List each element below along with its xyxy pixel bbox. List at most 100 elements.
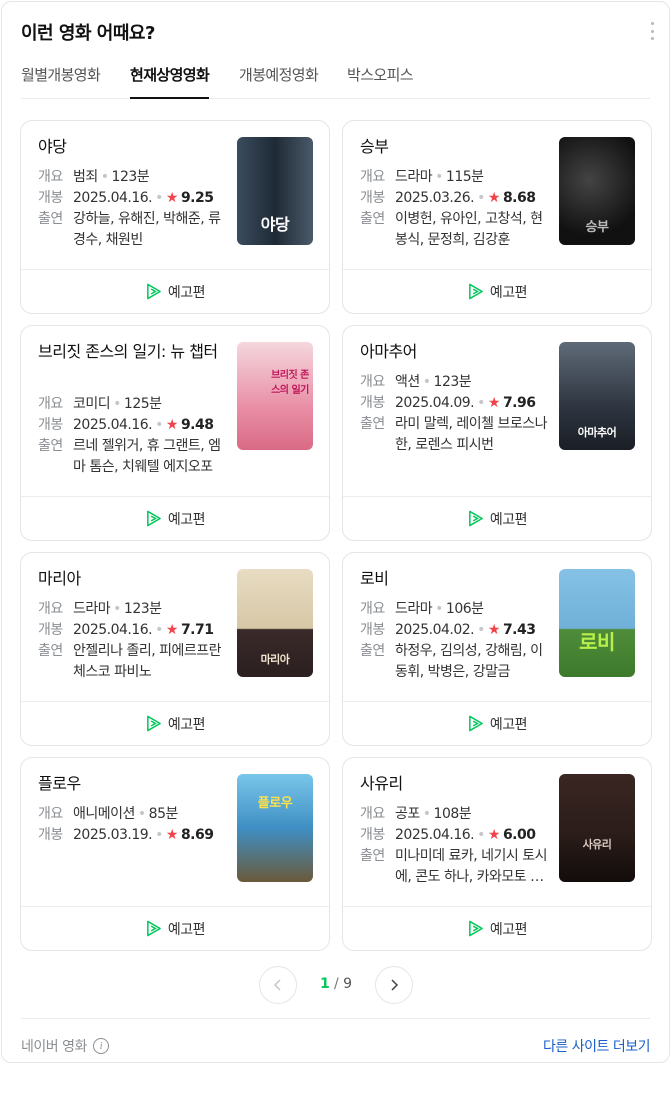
release-label: 개봉 bbox=[360, 190, 385, 206]
star-icon: ★ bbox=[487, 827, 501, 843]
cast-label: 출연 bbox=[360, 211, 385, 227]
movie-cast: 강하늘, 유해진, 박해준, 류경수, 채원빈 bbox=[73, 211, 221, 248]
movie-title[interactable]: 로비 bbox=[360, 568, 550, 590]
genre-label: 개요 bbox=[360, 601, 385, 617]
movie-poster[interactable]: 브리짓 존스의 일기 bbox=[237, 342, 313, 450]
movie-info: 개요 드라마 • 123분 개봉 2025.04.16. • ★ 7.71 출연 안젤리나 졸리… bbox=[38, 599, 228, 683]
movie-poster[interactable]: 승부 bbox=[559, 137, 635, 245]
movie-cast: 안젤리나 졸리, 피에르프란체스코 파비노 bbox=[73, 643, 222, 680]
movie-genre: 코미디 bbox=[73, 396, 111, 412]
movie-title[interactable]: 사유리 bbox=[360, 773, 550, 795]
poster-title: 사유리 bbox=[582, 838, 612, 851]
movie-release-date: 2025.04.02. bbox=[395, 622, 475, 638]
movie-rating: 9.25 bbox=[180, 190, 214, 206]
trailer-button[interactable]: 예고편 bbox=[343, 496, 651, 540]
movie-rating: 7.43 bbox=[502, 622, 536, 638]
trailer-button[interactable]: 예고편 bbox=[21, 269, 329, 313]
movie-recommendation-widget: 이런 영화 어때요? 월별개봉영화 현재상영영화 개봉예정영화 박스오피스 야당… bbox=[1, 1, 670, 1063]
more-options-icon[interactable] bbox=[649, 22, 655, 40]
trailer-button[interactable]: 예고편 bbox=[343, 906, 651, 950]
trailer-button[interactable]: 예고편 bbox=[21, 906, 329, 950]
star-icon: ★ bbox=[487, 190, 501, 206]
source-label: 네이버 영화 i bbox=[21, 1036, 109, 1056]
tab-upcoming[interactable]: 개봉예정영화 bbox=[239, 64, 319, 99]
movie-release-date: 2025.04.16. bbox=[73, 190, 153, 206]
movie-release-date: 2025.04.09. bbox=[395, 395, 475, 411]
movie-poster[interactable]: 마리아 bbox=[237, 569, 313, 677]
movie-rating: 7.96 bbox=[502, 395, 536, 411]
movie-info: 개요 공포 • 108분 개봉 2025.04.16. • ★ 6.00 출연 미나미데 료카,… bbox=[360, 804, 550, 888]
trailer-button[interactable]: 예고편 bbox=[343, 269, 651, 313]
release-label: 개봉 bbox=[38, 827, 63, 843]
movie-genre: 애니메이션 bbox=[73, 806, 135, 822]
movie-card[interactable]: 사유리 개요 공포 • 108분 개봉 2025.04.16. • ★ 6.00 출연 미나미데… bbox=[342, 757, 652, 951]
movie-genre: 공포 bbox=[395, 806, 420, 822]
movie-poster[interactable]: 사유리 bbox=[559, 774, 635, 882]
prev-page-button[interactable] bbox=[259, 966, 297, 1004]
movie-card[interactable]: 마리아 개요 드라마 • 123분 개봉 2025.04.16. • ★ 7.71 출연 안젤리… bbox=[20, 552, 330, 746]
trailer-label: 예고편 bbox=[167, 716, 206, 733]
poster-title: 야당 bbox=[260, 215, 290, 234]
movie-title[interactable]: 승부 bbox=[360, 136, 550, 158]
movie-card[interactable]: 브리짓 존스의 일기: 뉴 챕터 개요 코미디 • 125분 개봉 2025.04.16… bbox=[20, 325, 330, 541]
movie-info: 개요 애니메이션 • 85분 개봉 2025.03.19. • ★ 8.69 bbox=[38, 804, 228, 846]
release-label: 개봉 bbox=[360, 827, 385, 843]
movie-genre: 범죄 bbox=[73, 169, 98, 185]
movie-title[interactable]: 야당 bbox=[38, 136, 228, 158]
genre-label: 개요 bbox=[360, 169, 385, 185]
movie-title[interactable]: 플로우 bbox=[38, 773, 228, 795]
trailer-button[interactable]: 예고편 bbox=[343, 701, 651, 745]
movie-card[interactable]: 로비 개요 드라마 • 106분 개봉 2025.04.02. • ★ 7.43 출연 하정우,… bbox=[342, 552, 652, 746]
trailer-button[interactable]: 예고편 bbox=[21, 496, 329, 540]
movie-rating: 8.68 bbox=[502, 190, 536, 206]
movie-info: 개요 코미디 • 125분 개봉 2025.04.16. • ★ 9.48 출연 르네 젤위거,… bbox=[38, 394, 228, 478]
movie-card[interactable]: 승부 개요 드라마 • 115분 개봉 2025.03.26. • ★ 8.68 출연 이병헌,… bbox=[342, 120, 652, 314]
current-page: 1 bbox=[320, 976, 331, 992]
more-sites-link[interactable]: 다른 사이트 더보기 bbox=[543, 1036, 650, 1056]
cast-label: 출연 bbox=[360, 848, 385, 864]
movie-title[interactable]: 마리아 bbox=[38, 568, 228, 590]
next-page-button[interactable] bbox=[375, 966, 413, 1004]
trailer-label: 예고편 bbox=[167, 511, 206, 528]
movie-release-date: 2025.03.26. bbox=[395, 190, 475, 206]
play-icon bbox=[468, 283, 483, 300]
star-icon: ★ bbox=[487, 395, 501, 411]
star-icon: ★ bbox=[165, 622, 179, 638]
chevron-left-icon bbox=[273, 979, 281, 991]
tab-box-office[interactable]: 박스오피스 bbox=[347, 64, 414, 99]
trailer-label: 예고편 bbox=[489, 284, 528, 301]
cast-label: 출연 bbox=[360, 643, 385, 659]
poster-title: 승부 bbox=[585, 220, 609, 235]
tab-monthly-release[interactable]: 월별개봉영화 bbox=[21, 64, 101, 99]
poster-title: 플로우 bbox=[257, 796, 293, 811]
trailer-button[interactable]: 예고편 bbox=[21, 701, 329, 745]
release-label: 개봉 bbox=[38, 190, 63, 206]
movie-card[interactable]: 야당 개요 범죄 • 123분 개봉 2025.04.16. • ★ 9.25 출연 강하늘, … bbox=[20, 120, 330, 314]
movie-card[interactable]: 플로우 개요 애니메이션 • 85분 개봉 2025.03.19. • ★ 8.69 플로우 … bbox=[20, 757, 330, 951]
movie-rating: 9.48 bbox=[180, 417, 214, 433]
tab-now-showing[interactable]: 현재상영영화 bbox=[130, 64, 210, 99]
movie-genre: 액션 bbox=[395, 374, 420, 390]
genre-label: 개요 bbox=[38, 396, 63, 412]
source-text: 네이버 영화 bbox=[21, 1039, 87, 1055]
cast-label: 출연 bbox=[38, 211, 63, 227]
trailer-label: 예고편 bbox=[167, 284, 206, 301]
tab-bar: 월별개봉영화 현재상영영화 개봉예정영화 박스오피스 bbox=[21, 64, 650, 99]
cast-label: 출연 bbox=[38, 643, 63, 659]
star-icon: ★ bbox=[165, 190, 179, 206]
movie-poster[interactable]: 야당 bbox=[237, 137, 313, 245]
movie-poster[interactable]: 아마추어 bbox=[559, 342, 635, 450]
genre-label: 개요 bbox=[38, 169, 63, 185]
genre-label: 개요 bbox=[38, 806, 63, 822]
movie-title[interactable]: 아마추어 bbox=[360, 341, 550, 363]
movie-poster[interactable]: 플로우 bbox=[237, 774, 313, 882]
movie-info: 개요 액션 • 123분 개봉 2025.04.09. • ★ 7.96 출연 라미 말렉, 레… bbox=[360, 372, 550, 456]
movie-card[interactable]: 아마추어 개요 액션 • 123분 개봉 2025.04.09. • ★ 7.96 출연 라미 … bbox=[342, 325, 652, 541]
movie-info: 개요 범죄 • 123분 개봉 2025.04.16. • ★ 9.25 출연 강하늘, 유해진… bbox=[38, 167, 228, 251]
pagination: 1/9 bbox=[2, 966, 669, 1004]
movie-rating: 6.00 bbox=[502, 827, 536, 843]
movie-runtime: 125분 bbox=[123, 396, 162, 412]
info-icon[interactable]: i bbox=[92, 1038, 109, 1054]
movie-poster[interactable]: 로비 bbox=[559, 569, 635, 677]
movie-title[interactable]: 브리짓 존스의 일기: 뉴 챕터 bbox=[38, 341, 228, 363]
